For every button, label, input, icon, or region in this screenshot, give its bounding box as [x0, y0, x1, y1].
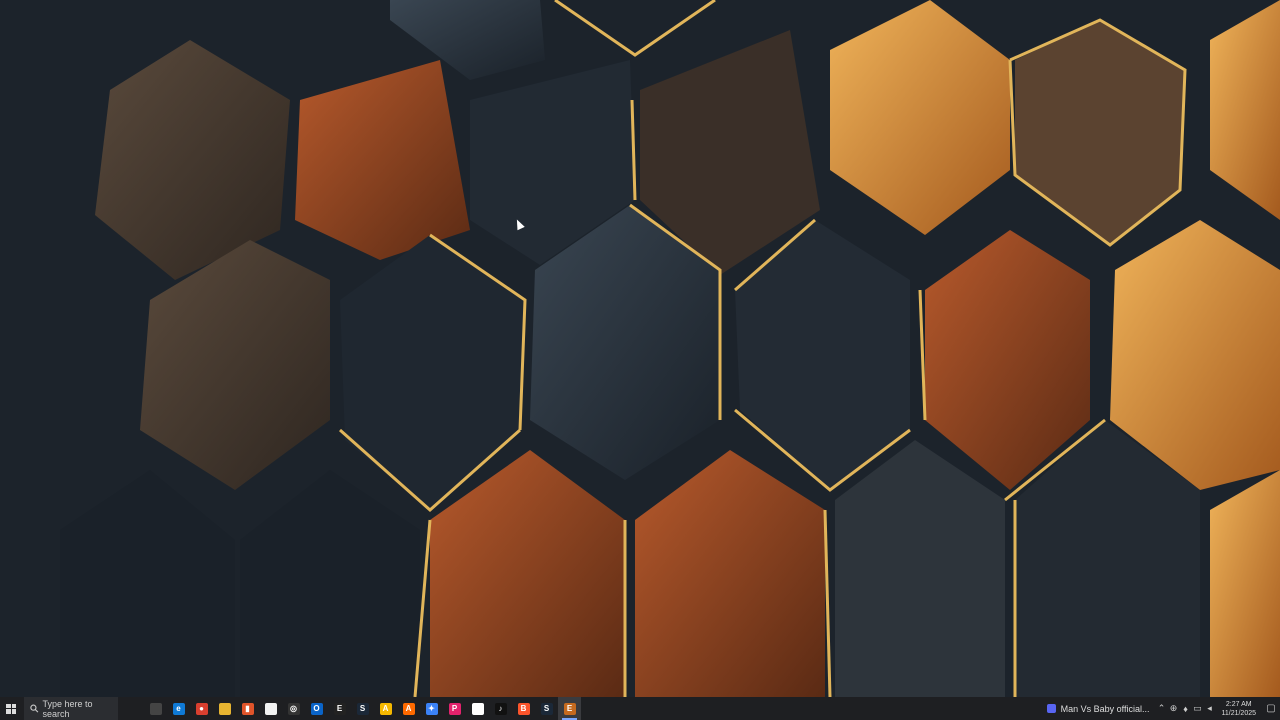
security-icon[interactable]: ⊕ — [1167, 697, 1179, 720]
app-orange-icon: A — [402, 702, 415, 715]
tiktok-icon: ♪ — [494, 702, 507, 715]
taskbar-app-epic2[interactable]: E — [558, 697, 581, 720]
notepad-icon — [264, 702, 277, 715]
active-window-button[interactable]: Man Vs Baby official... — [1041, 697, 1156, 720]
search-icon — [30, 704, 39, 713]
epic-games-icon: E — [333, 702, 346, 715]
system-tray: Man Vs Baby official... ⌃ ⊕ ♦ ▭ ◂ 2:27 A… — [1041, 697, 1280, 720]
edge-icon: e — [172, 702, 185, 715]
taskbar-app-steam[interactable]: S — [351, 697, 374, 720]
taskbar-app-file[interactable] — [466, 697, 489, 720]
app-red-icon: ▮ — [241, 702, 254, 715]
notification-icon[interactable]: ▢ — [1262, 697, 1280, 720]
taskbar: Type here to search e ● ▮ ◎ O E S A A ✦ P ♪ B S E Man … — [0, 697, 1280, 720]
taskbar-app-task-view[interactable] — [144, 697, 167, 720]
microphone-icon[interactable]: ♦ — [1179, 697, 1191, 720]
taskbar-app-chrome[interactable]: ● — [190, 697, 213, 720]
app-blue-icon: ✦ — [425, 702, 438, 715]
taskbar-app-tiktok[interactable]: ♪ — [489, 697, 512, 720]
brave-icon: B — [517, 702, 530, 715]
task-view-icon — [149, 702, 162, 715]
steam2-icon: S — [540, 702, 553, 715]
hexagon-wallpaper — [0, 0, 1280, 697]
active-window-title: Man Vs Baby official... — [1060, 703, 1150, 714]
taskbar-app-outlook[interactable]: O — [305, 697, 328, 720]
windows-icon — [6, 703, 16, 714]
app-pink-icon: P — [448, 702, 461, 715]
taskbar-app-epic-games[interactable]: E — [328, 697, 351, 720]
volume-icon[interactable]: ◂ — [1203, 697, 1215, 720]
taskbar-app-github[interactable]: ◎ — [282, 697, 305, 720]
clock-time: 2:27 AM — [1225, 700, 1252, 708]
taskbar-app-brave[interactable]: B — [512, 697, 535, 720]
outlook-icon: O — [310, 702, 323, 715]
desktop[interactable] — [0, 0, 1280, 697]
steam-icon: S — [356, 702, 369, 715]
epic2-icon: E — [563, 702, 576, 715]
taskbar-app-file-explorer[interactable] — [213, 697, 236, 720]
start-button[interactable] — [0, 697, 22, 720]
file-explorer-icon — [218, 702, 231, 715]
search-input[interactable]: Type here to search — [24, 697, 118, 720]
chevron-up-icon[interactable]: ⌃ — [1155, 697, 1167, 720]
file-icon — [471, 702, 484, 715]
taskbar-app-steam2[interactable]: S — [535, 697, 558, 720]
taskbar-app-app-red[interactable]: ▮ — [236, 697, 259, 720]
chrome-icon: ● — [195, 702, 208, 715]
taskbar-app-app-pink[interactable]: P — [443, 697, 466, 720]
network-icon[interactable]: ▭ — [1191, 697, 1203, 720]
taskbar-app-edge[interactable]: e — [167, 697, 190, 720]
taskbar-app-notepad[interactable] — [259, 697, 282, 720]
discord-icon — [1046, 704, 1056, 713]
search-placeholder: Type here to search — [42, 698, 93, 719]
github-icon: ◎ — [287, 702, 300, 715]
taskbar-app-app-yellow[interactable]: A — [374, 697, 397, 720]
taskbar-app-app-orange[interactable]: A — [397, 697, 420, 720]
clock[interactable]: 2:27 AM 11/21/2025 — [1215, 700, 1262, 718]
app-yellow-icon: A — [379, 702, 392, 715]
taskbar-app-app-blue[interactable]: ✦ — [420, 697, 443, 720]
pinned-apps: e ● ▮ ◎ O E S A A ✦ P ♪ B S E — [144, 697, 581, 720]
clock-date: 11/21/2025 — [1221, 709, 1256, 717]
